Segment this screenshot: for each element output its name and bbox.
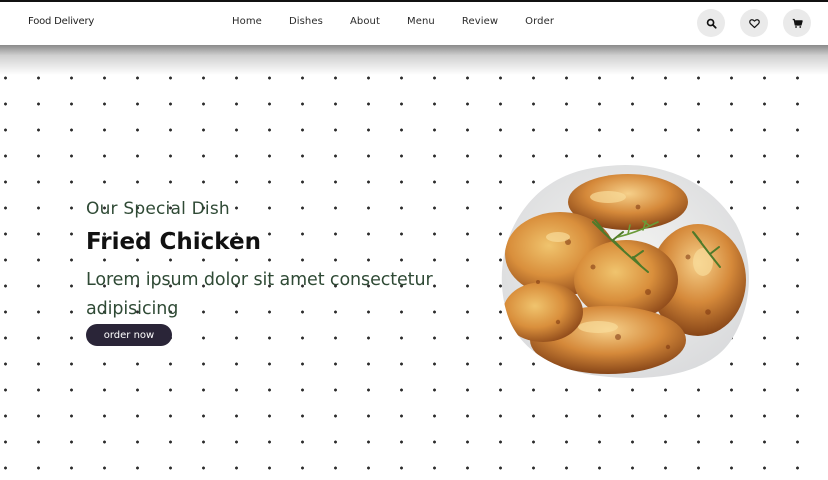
nav-dishes[interactable]: Dishes: [289, 16, 323, 27]
nav-about[interactable]: About: [350, 16, 380, 27]
site-header: Food Delivery Home Dishes About Menu Rev…: [0, 2, 828, 45]
heart-icon: [748, 18, 760, 28]
main-nav: Home Dishes About Menu Review Order: [232, 16, 581, 27]
nav-order[interactable]: Order: [525, 16, 554, 27]
hero-title: Fried Chicken: [86, 229, 261, 255]
fried-chicken-image: [498, 162, 750, 380]
order-now-button[interactable]: order now: [86, 324, 172, 346]
search-button[interactable]: [697, 9, 725, 37]
nav-home[interactable]: Home: [232, 16, 262, 27]
hero-description: Lorem ipsum dolor sit amet consectetur a…: [86, 270, 433, 319]
header-icons: [697, 9, 826, 37]
cart-button[interactable]: [783, 9, 811, 37]
cart-icon: [792, 18, 803, 28]
search-icon: [706, 18, 717, 29]
site-logo[interactable]: Food Delivery: [28, 16, 94, 27]
wishlist-button[interactable]: [740, 9, 768, 37]
hero-subtitle: Our Special Dish: [86, 199, 230, 219]
header-shadow: [0, 45, 828, 75]
nav-menu[interactable]: Menu: [407, 16, 435, 27]
nav-review[interactable]: Review: [462, 16, 498, 27]
